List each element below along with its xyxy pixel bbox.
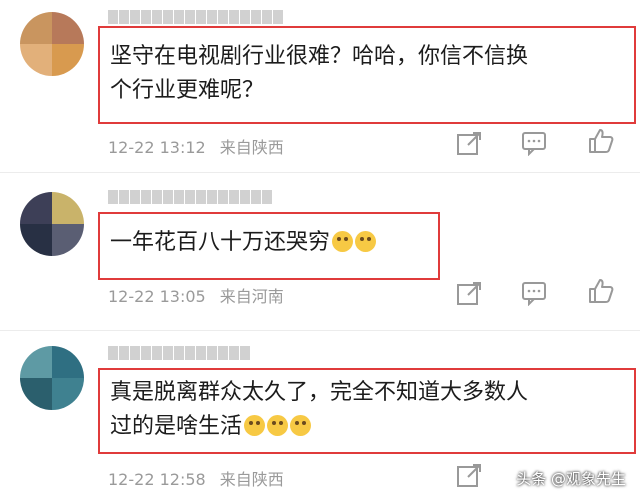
comment-time: 12-22 12:58 (108, 470, 206, 489)
watermark: 头条 @观象先生 (516, 470, 626, 488)
laughing-emoji-icon (267, 415, 289, 436)
laughing-emoji-icon (290, 415, 312, 436)
comment-text-line: 过的是啥生活 (100, 410, 634, 444)
comment-item: 真是脱离群众太久了，完全不知道大多数人 过的是啥生活 12-22 12:58 来自… (0, 0, 640, 499)
comment-text-highlight: 真是脱离群众太久了，完全不知道大多数人 过的是啥生活 (98, 368, 636, 454)
comment-text: 过的是啥生活 (110, 414, 243, 439)
avatar[interactable] (20, 346, 84, 410)
comment-meta: 12-22 12:58 来自陕西 (108, 466, 284, 490)
comment-text-line: 真是脱离群众太久了，完全不知道大多数人 (110, 380, 529, 405)
comment-location: 来自陕西 (219, 470, 284, 489)
username-blurred (108, 346, 250, 360)
laughing-emoji-icon (244, 415, 266, 436)
share-icon[interactable] (456, 462, 482, 488)
